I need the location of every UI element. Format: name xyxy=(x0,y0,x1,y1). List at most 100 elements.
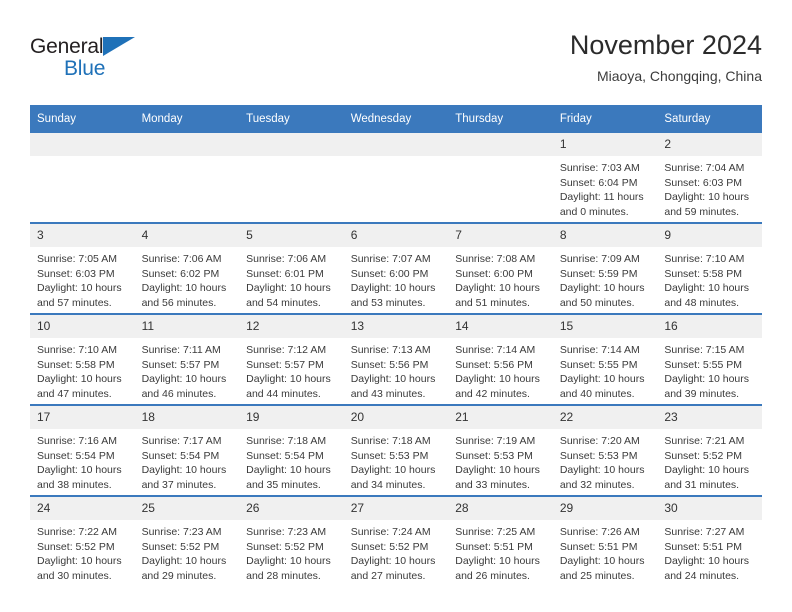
day-sun-info: Sunrise: 7:14 AM Sunset: 5:55 PM Daylight:… xyxy=(553,338,658,401)
calendar-day-cell[interactable]: 10 Sunrise: 7:10 AM Sunset: 5:58 PM Dayligh… xyxy=(30,313,135,405)
weekday-header-monday: Monday xyxy=(134,105,240,133)
calendar-day-cell[interactable]: 17 Sunrise: 7:16 AM Sunset: 5:54 PM Dayligh… xyxy=(30,404,135,496)
daylight-text-line2: and 56 minutes. xyxy=(141,296,217,309)
daylight-text-line1: Daylight: 10 hours xyxy=(664,555,750,568)
calendar-day-cell[interactable]: 28 Sunrise: 7:25 AM Sunset: 5:51 PM Dayligh… xyxy=(448,495,553,586)
calendar-day-cell[interactable]: 5 Sunrise: 7:06 AM Sunset: 6:01 PM Daylight… xyxy=(239,222,344,314)
daylight-text-line2: and 53 minutes. xyxy=(350,296,426,309)
sunrise-text: Sunrise: 7:09 AM xyxy=(559,253,640,265)
calendar-day-cell[interactable]: 25 Sunrise: 7:23 AM Sunset: 5:52 PM Dayligh… xyxy=(134,495,240,586)
daylight-text-line2: and 47 minutes. xyxy=(37,387,112,400)
day-sun-info: Sunrise: 7:18 AM Sunset: 5:53 PM Daylight:… xyxy=(344,429,449,492)
day-number: 22 xyxy=(552,406,658,429)
daylight-text-line2: and 43 minutes. xyxy=(350,387,426,400)
day-number xyxy=(30,133,135,156)
sunrise-text: Sunrise: 7:16 AM xyxy=(37,435,117,447)
sunrise-text: Sunrise: 7:18 AM xyxy=(246,435,327,447)
calendar-day-cell[interactable]: 16 Sunrise: 7:15 AM Sunset: 5:55 PM Dayligh… xyxy=(657,313,762,405)
daylight-text-line2: and 29 minutes. xyxy=(141,569,217,582)
calendar-day-cell[interactable]: 1 Sunrise: 7:03 AM Sunset: 6:04 PM Daylight… xyxy=(552,133,658,223)
daylight-text-line2: and 38 minutes. xyxy=(37,478,112,491)
daylight-text-line1: Daylight: 10 hours xyxy=(559,555,645,568)
calendar-week-row: 24 Sunrise: 7:22 AM Sunset: 5:52 PM Dayligh… xyxy=(30,495,762,586)
day-sun-info: Sunrise: 7:23 AM Sunset: 5:52 PM Daylight:… xyxy=(135,520,240,583)
calendar-day-cell[interactable]: 14 Sunrise: 7:14 AM Sunset: 5:56 PM Dayligh… xyxy=(448,313,553,405)
day-number: 18 xyxy=(134,406,240,429)
day-sun-info: Sunrise: 7:17 AM Sunset: 5:54 PM Daylight:… xyxy=(135,429,240,492)
calendar-day-cell[interactable]: 20 Sunrise: 7:18 AM Sunset: 5:53 PM Dayligh… xyxy=(343,404,449,496)
sunrise-text: Sunrise: 7:17 AM xyxy=(141,435,222,447)
day-number: 4 xyxy=(134,224,240,247)
sunset-text: Sunset: 6:00 PM xyxy=(455,267,533,280)
calendar-day-cell[interactable]: 13 Sunrise: 7:13 AM Sunset: 5:56 PM Dayligh… xyxy=(343,313,449,405)
calendar-day-cell[interactable]: 15 Sunrise: 7:14 AM Sunset: 5:55 PM Dayligh… xyxy=(552,313,658,405)
sunset-text: Sunset: 5:55 PM xyxy=(559,358,638,371)
calendar-table: Sunday Monday Tuesday Wednesday Thursday… xyxy=(30,105,762,586)
calendar-body: 1 Sunrise: 7:03 AM Sunset: 6:04 PM Daylight… xyxy=(30,133,762,586)
calendar-day-cell[interactable]: 12 Sunrise: 7:12 AM Sunset: 5:57 PM Dayligh… xyxy=(239,313,344,405)
day-sun-info: Sunrise: 7:03 AM Sunset: 6:04 PM Daylight:… xyxy=(553,156,658,219)
calendar-day-cell[interactable]: 19 Sunrise: 7:18 AM Sunset: 5:54 PM Dayligh… xyxy=(239,404,344,496)
daylight-text-line2: and 24 minutes. xyxy=(664,569,740,582)
day-sun-info: Sunrise: 7:07 AM Sunset: 6:00 PM Daylight:… xyxy=(344,247,449,310)
daylight-text-line2: and 30 minutes. xyxy=(37,569,112,582)
daylight-text-line2: and 50 minutes. xyxy=(559,296,635,309)
day-number: 17 xyxy=(30,406,135,429)
sunset-text: Sunset: 5:52 PM xyxy=(141,540,220,553)
brand-logo[interactable]: General Blue xyxy=(30,34,180,86)
daylight-text-line2: and 37 minutes. xyxy=(141,478,217,491)
day-sun-info: Sunrise: 7:04 AM Sunset: 6:03 PM Daylight:… xyxy=(657,156,762,219)
daylight-text-line2: and 25 minutes. xyxy=(559,569,635,582)
calendar-day-cell[interactable]: 2 Sunrise: 7:04 AM Sunset: 6:03 PM Daylight… xyxy=(657,133,762,223)
calendar-day-cell[interactable]: 24 Sunrise: 7:22 AM Sunset: 5:52 PM Dayligh… xyxy=(30,495,135,586)
sunrise-text: Sunrise: 7:26 AM xyxy=(559,526,640,538)
calendar-day-cell[interactable]: 9 Sunrise: 7:10 AM Sunset: 5:58 PM Daylight… xyxy=(657,222,762,314)
sunset-text: Sunset: 5:56 PM xyxy=(350,358,429,371)
calendar-day-cell[interactable]: 8 Sunrise: 7:09 AM Sunset: 5:59 PM Daylight… xyxy=(552,222,658,314)
calendar-day-cell-empty xyxy=(239,133,344,223)
day-number xyxy=(239,133,344,156)
sunrise-text: Sunrise: 7:06 AM xyxy=(141,253,222,265)
day-number: 26 xyxy=(239,497,344,520)
day-number: 11 xyxy=(134,315,240,338)
day-sun-info: Sunrise: 7:11 AM Sunset: 5:57 PM Daylight:… xyxy=(135,338,240,401)
calendar-day-cell[interactable]: 29 Sunrise: 7:26 AM Sunset: 5:51 PM Dayligh… xyxy=(552,495,658,586)
calendar-day-cell[interactable]: 21 Sunrise: 7:19 AM Sunset: 5:53 PM Dayligh… xyxy=(448,404,553,496)
day-number xyxy=(134,133,240,156)
day-sun-info: Sunrise: 7:14 AM Sunset: 5:56 PM Daylight:… xyxy=(448,338,553,401)
sunset-text: Sunset: 6:01 PM xyxy=(246,267,324,280)
sunrise-text: Sunrise: 7:24 AM xyxy=(350,526,431,538)
calendar-day-cell[interactable]: 18 Sunrise: 7:17 AM Sunset: 5:54 PM Dayligh… xyxy=(134,404,240,496)
day-number: 29 xyxy=(552,497,658,520)
location-subtitle: Miaoya, Chongqing, China xyxy=(597,68,762,84)
weekday-header-wednesday: Wednesday xyxy=(343,105,449,133)
sunset-text: Sunset: 5:52 PM xyxy=(246,540,324,553)
calendar-day-cell[interactable]: 27 Sunrise: 7:24 AM Sunset: 5:52 PM Dayligh… xyxy=(343,495,449,586)
sunrise-text: Sunrise: 7:08 AM xyxy=(455,253,536,265)
daylight-text-line1: Daylight: 10 hours xyxy=(350,464,436,477)
calendar-day-cell[interactable]: 3 Sunrise: 7:05 AM Sunset: 6:03 PM Daylight… xyxy=(30,222,135,314)
sunset-text: Sunset: 5:59 PM xyxy=(559,267,638,280)
sunrise-text: Sunrise: 7:10 AM xyxy=(37,344,117,356)
calendar-day-cell[interactable]: 30 Sunrise: 7:27 AM Sunset: 5:51 PM Dayligh… xyxy=(657,495,762,586)
calendar-day-cell[interactable]: 6 Sunrise: 7:07 AM Sunset: 6:00 PM Daylight… xyxy=(343,222,449,314)
sunrise-text: Sunrise: 7:12 AM xyxy=(246,344,327,356)
daylight-text-line1: Daylight: 10 hours xyxy=(664,282,750,295)
calendar-day-cell[interactable]: 4 Sunrise: 7:06 AM Sunset: 6:02 PM Daylight… xyxy=(134,222,240,314)
daylight-text-line2: and 42 minutes. xyxy=(455,387,530,400)
sunset-text: Sunset: 5:58 PM xyxy=(664,267,743,280)
day-sun-info: Sunrise: 7:10 AM Sunset: 5:58 PM Daylight:… xyxy=(657,247,762,310)
daylight-text-line2: and 54 minutes. xyxy=(246,296,321,309)
calendar-day-cell[interactable]: 23 Sunrise: 7:21 AM Sunset: 5:52 PM Dayligh… xyxy=(657,404,762,496)
sunset-text: Sunset: 5:51 PM xyxy=(455,540,533,553)
calendar-day-cell[interactable]: 11 Sunrise: 7:11 AM Sunset: 5:57 PM Dayligh… xyxy=(134,313,240,405)
day-number: 16 xyxy=(657,315,762,338)
day-sun-info: Sunrise: 7:05 AM Sunset: 6:03 PM Daylight:… xyxy=(30,247,135,310)
day-sun-info: Sunrise: 7:06 AM Sunset: 6:02 PM Daylight:… xyxy=(135,247,240,310)
brand-logo-bottom-row: Blue xyxy=(30,57,180,81)
calendar-day-cell[interactable]: 26 Sunrise: 7:23 AM Sunset: 5:52 PM Dayligh… xyxy=(239,495,344,586)
calendar-day-cell[interactable]: 7 Sunrise: 7:08 AM Sunset: 6:00 PM Daylight… xyxy=(448,222,553,314)
sunset-text: Sunset: 5:51 PM xyxy=(664,540,743,553)
calendar-day-cell[interactable]: 22 Sunrise: 7:20 AM Sunset: 5:53 PM Dayligh… xyxy=(552,404,658,496)
day-number: 27 xyxy=(343,497,449,520)
